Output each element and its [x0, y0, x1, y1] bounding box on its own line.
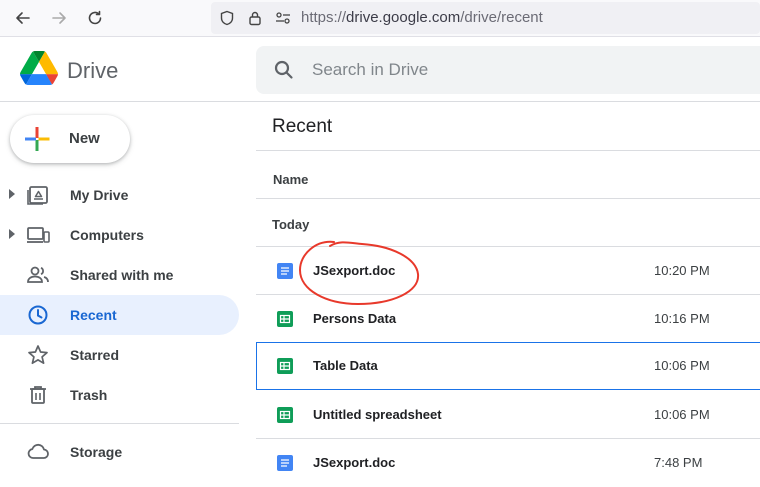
sidebar-item-recent[interactable]: Recent [0, 295, 239, 335]
sheet-icon [277, 311, 293, 327]
sidebar-item-label: Starred [70, 347, 120, 363]
forward-arrow-icon [52, 12, 66, 24]
file-name: JSexport.doc [313, 263, 396, 278]
file-modified-time: 10:06 PM [654, 358, 710, 373]
sidebar-item-trash[interactable]: Trash [0, 375, 239, 415]
reload-button[interactable] [84, 7, 106, 29]
file-row-selected[interactable]: Table Data 10:06 PM [256, 342, 760, 390]
sidebar-divider [0, 423, 239, 424]
app-name: Drive [67, 58, 119, 83]
file-name: Table Data [313, 358, 378, 373]
expand-arrow-icon[interactable] [9, 189, 15, 199]
file-row[interactable]: JSexport.doc 10:20 PM [256, 247, 760, 295]
reload-icon [88, 10, 102, 25]
back-arrow-icon [16, 12, 30, 24]
search-input[interactable] [312, 58, 732, 82]
back-button[interactable] [12, 7, 34, 29]
doc-icon [277, 263, 293, 279]
file-modified-time: 7:48 PM [654, 455, 703, 470]
sidebar-item-starred[interactable]: Starred [0, 335, 239, 375]
header-row-divider [256, 198, 760, 199]
sidebar-item-label: Trash [70, 387, 108, 403]
sheet-icon [277, 407, 293, 423]
sidebar-item-computers[interactable]: Computers [0, 215, 239, 255]
file-row[interactable]: Untitled spreadsheet 10:06 PM [256, 391, 760, 439]
drive-logo-icon [20, 51, 58, 85]
file-name: Persons Data [313, 311, 397, 326]
url-path: /drive/recent [460, 9, 543, 26]
my-drive-icon [27, 186, 48, 205]
file-modified-time: 10:06 PM [654, 407, 710, 422]
plus-icon [25, 127, 50, 151]
browser-toolbar: https://drive.google.com/drive/recent [0, 0, 760, 37]
search-icon[interactable] [272, 58, 296, 82]
sidebar-item-label: My Drive [70, 187, 129, 203]
sidebar-item-shared-with-me[interactable]: Shared with me [0, 255, 239, 295]
file-modified-time: 10:16 PM [654, 311, 710, 326]
star-icon [28, 345, 48, 365]
file-modified-time: 10:20 PM [654, 263, 710, 278]
permissions-icon[interactable] [273, 8, 293, 28]
lock-icon[interactable] [245, 8, 265, 28]
expand-arrow-icon[interactable] [9, 229, 15, 239]
computers-icon [27, 227, 50, 243]
doc-icon [277, 455, 293, 471]
url-text[interactable]: https://drive.google.com/drive/recent [301, 9, 543, 26]
file-name: JSexport.doc [313, 455, 396, 470]
header-divider [0, 101, 760, 102]
file-name: Untitled spreadsheet [313, 407, 442, 422]
title-divider [256, 150, 760, 151]
url-protocol: https:// [301, 9, 347, 26]
sidebar-item-label: Storage [70, 444, 123, 460]
url-host: drive.google.com [346, 9, 461, 26]
forward-button[interactable] [48, 7, 70, 29]
sidebar-item-label: Recent [70, 307, 117, 323]
sidebar-item-label: Shared with me [70, 267, 174, 283]
sidebar-item-label: Computers [70, 227, 144, 243]
page-title: Recent [272, 116, 333, 137]
address-bar[interactable]: https://drive.google.com/drive/recent [211, 2, 760, 34]
sidebar-item-storage[interactable]: Storage [0, 432, 239, 472]
sidebar-item-my-drive[interactable]: My Drive [0, 175, 239, 215]
trash-icon [30, 386, 46, 404]
shield-icon[interactable] [217, 8, 237, 28]
new-button[interactable]: New [10, 115, 130, 163]
sheet-icon [277, 358, 293, 374]
group-label-today: Today [272, 217, 310, 232]
new-button-label: New [69, 130, 100, 147]
cloud-icon [27, 443, 49, 459]
column-header-name[interactable]: Name [273, 172, 308, 187]
search-bar[interactable] [256, 46, 760, 94]
clock-icon [28, 305, 48, 325]
file-row[interactable]: Persons Data 10:16 PM [256, 295, 760, 343]
shared-icon [27, 266, 49, 283]
